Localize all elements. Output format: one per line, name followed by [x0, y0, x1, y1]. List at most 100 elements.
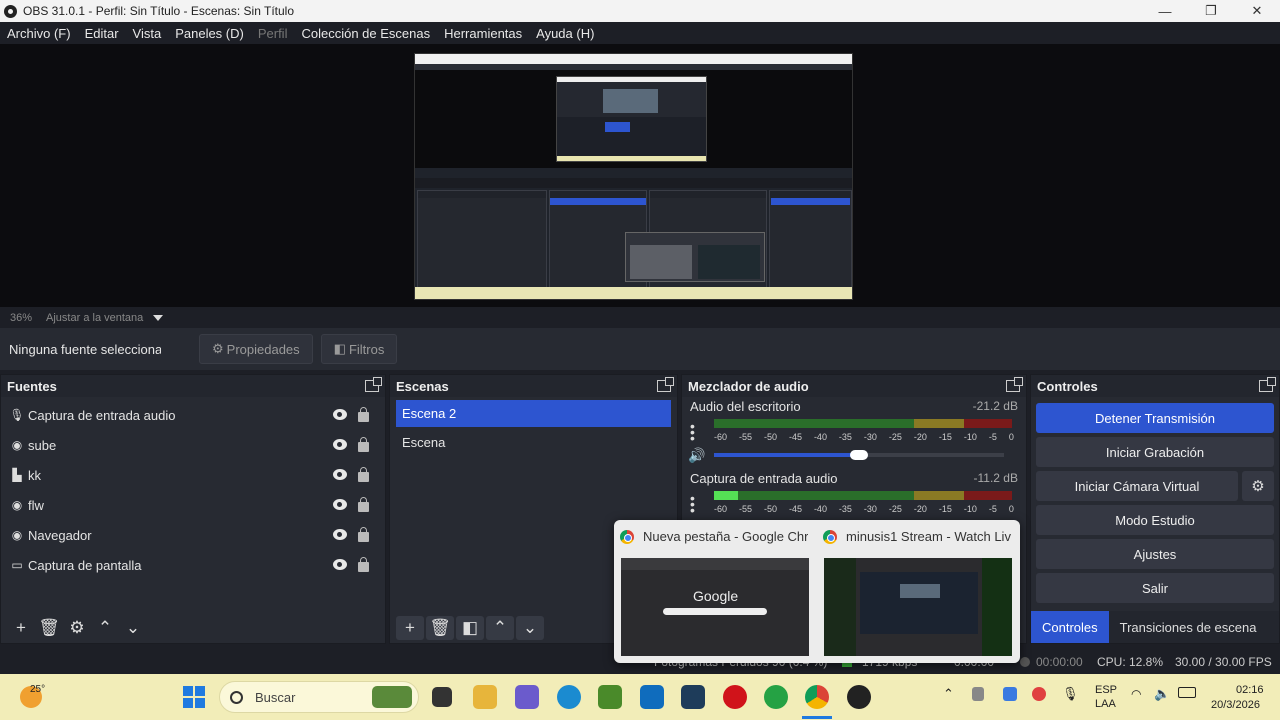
studio-mode-button[interactable]: Modo Estudio: [1036, 505, 1274, 535]
add-source-button[interactable]: +: [7, 616, 35, 640]
stop-stream-button[interactable]: Detener Transmisión: [1036, 403, 1274, 433]
source-item[interactable]: 🎙 Captura de entrada audio: [1, 400, 385, 430]
preview-area[interactable]: [0, 44, 1280, 307]
lock-icon[interactable]: [358, 527, 369, 542]
gear-icon[interactable]: ⚙: [1242, 471, 1274, 501]
lock-icon[interactable]: [358, 437, 369, 452]
scene-item-escena-2[interactable]: Escena 2: [396, 400, 671, 427]
tray-app-icon[interactable]: [1003, 687, 1017, 701]
maximize-button[interactable]: ❐: [1188, 0, 1234, 22]
eye-icon[interactable]: [333, 409, 347, 420]
window-preview-new-tab[interactable]: Nueva pestaña - Google Chrome Google: [614, 520, 814, 663]
channel-menu-icon[interactable]: • • •: [690, 419, 696, 445]
start-virtual-camera-button[interactable]: Iniciar Cámara Virtual: [1036, 471, 1238, 501]
app-icon[interactable]: [681, 685, 705, 709]
keyboard-layout-label[interactable]: LAA: [1095, 698, 1116, 710]
undock-icon[interactable]: [1006, 377, 1023, 392]
source-label: Captura de pantalla: [28, 557, 142, 573]
properties-button[interactable]: ⚙ Propiedades: [199, 334, 313, 364]
chrome-icon[interactable]: [805, 685, 829, 709]
edge-icon[interactable]: [557, 685, 581, 709]
chevron-up-icon[interactable]: ⌃: [943, 686, 954, 702]
tray-app-icon[interactable]: [972, 687, 984, 701]
minimize-button[interactable]: —: [1142, 0, 1188, 22]
file-explorer-icon[interactable]: [473, 685, 497, 709]
move-up-icon[interactable]: ⌃: [91, 616, 119, 640]
undock-icon[interactable]: [657, 377, 674, 392]
volume-slider-knob[interactable]: [850, 450, 868, 460]
opera-icon[interactable]: [723, 685, 747, 709]
close-button[interactable]: ✕: [1234, 0, 1280, 22]
menu-archivo[interactable]: Archivo (F): [0, 26, 78, 41]
menu-paneles[interactable]: Paneles (D): [168, 26, 251, 41]
channel-menu-icon[interactable]: • • •: [690, 491, 696, 517]
microphone-icon[interactable]: 🎙: [1062, 686, 1079, 702]
globe-icon: ◉: [11, 438, 23, 452]
mixer-channel: Captura de entrada audio -11.2 dB • • • -60…: [682, 469, 1026, 519]
exit-button[interactable]: Salir: [1036, 573, 1274, 603]
menu-coleccion-escenas[interactable]: Colección de Escenas: [294, 26, 437, 41]
move-up-icon[interactable]: ⌃: [486, 616, 514, 640]
meter-tick-label: -40: [813, 432, 827, 442]
move-down-icon[interactable]: ⌄: [119, 616, 147, 640]
lock-icon[interactable]: [358, 557, 369, 572]
whatsapp-icon[interactable]: [764, 685, 788, 709]
preview-canvas[interactable]: [414, 53, 853, 300]
windows-start-icon[interactable]: [183, 686, 205, 708]
eye-icon[interactable]: [333, 439, 347, 450]
undock-icon[interactable]: [365, 377, 382, 392]
volume-icon[interactable]: 🔈: [1154, 686, 1170, 702]
start-recording-button[interactable]: Iniciar Grabación: [1036, 437, 1274, 467]
store-icon[interactable]: [598, 685, 622, 709]
add-scene-button[interactable]: +: [396, 616, 424, 640]
gear-icon[interactable]: ⚙: [63, 616, 91, 640]
trash-icon[interactable]: 🗑: [35, 616, 63, 640]
menu-vista[interactable]: Vista: [126, 26, 169, 41]
lock-icon[interactable]: [358, 407, 369, 422]
window-preview-stream[interactable]: minusis1 Stream - Watch Live: [817, 520, 1017, 663]
clock-date[interactable]: 20/3/2026: [1211, 699, 1260, 711]
tab-scene-transitions[interactable]: Transiciones de escena: [1109, 611, 1268, 643]
battery-icon[interactable]: [1178, 687, 1196, 698]
speaker-icon[interactable]: 🔊: [688, 447, 705, 464]
language-label[interactable]: ESP: [1095, 684, 1117, 696]
obs-taskbar-icon[interactable]: [847, 685, 871, 709]
group-icon: ▙: [12, 468, 22, 482]
meter-tick-label: -10: [963, 432, 977, 442]
source-item[interactable]: ◉ flw: [1, 490, 385, 520]
eye-icon[interactable]: [333, 529, 347, 540]
taskbar-search[interactable]: Buscar: [219, 681, 419, 713]
outlook-icon[interactable]: [640, 685, 664, 709]
clock-time[interactable]: 02:16: [1236, 684, 1264, 696]
tray-app-icon[interactable]: [1032, 687, 1046, 701]
settings-button[interactable]: Ajustes: [1036, 539, 1274, 569]
lock-icon[interactable]: [358, 467, 369, 482]
source-item[interactable]: ◉ sube: [1, 430, 385, 460]
eye-icon[interactable]: [333, 499, 347, 510]
scene-filter-icon[interactable]: ◧: [456, 616, 484, 640]
teams-icon[interactable]: [515, 685, 539, 709]
volume-slider[interactable]: [714, 453, 864, 457]
meter-tick-label: -55: [738, 432, 752, 442]
fit-to-window-select[interactable]: Ajustar a la ventana: [46, 312, 143, 324]
menu-herramientas[interactable]: Herramientas: [437, 26, 529, 41]
wifi-icon[interactable]: ◠: [1131, 687, 1141, 701]
task-view-icon[interactable]: [432, 687, 452, 707]
scene-item-escena[interactable]: Escena: [396, 429, 671, 456]
chevron-down-icon[interactable]: [153, 314, 164, 321]
menu-perfil[interactable]: Perfil: [251, 26, 295, 41]
tab-controls[interactable]: Controles: [1031, 611, 1109, 643]
filters-label: Filtros: [348, 341, 385, 357]
lock-icon[interactable]: [358, 497, 369, 512]
source-item[interactable]: ▭ Captura de pantalla: [1, 550, 385, 580]
undock-icon[interactable]: [1259, 377, 1276, 392]
source-item[interactable]: ◉ Navegador: [1, 520, 385, 550]
menu-ayuda[interactable]: Ayuda (H): [529, 26, 601, 41]
eye-icon[interactable]: [333, 559, 347, 570]
eye-icon[interactable]: [333, 469, 347, 480]
menu-editar[interactable]: Editar: [78, 26, 126, 41]
move-down-icon[interactable]: ⌄: [516, 616, 544, 640]
source-item[interactable]: ▙ kk: [1, 460, 385, 490]
filters-button[interactable]: ◧ Filtros: [320, 334, 398, 364]
trash-icon[interactable]: 🗑: [426, 616, 454, 640]
